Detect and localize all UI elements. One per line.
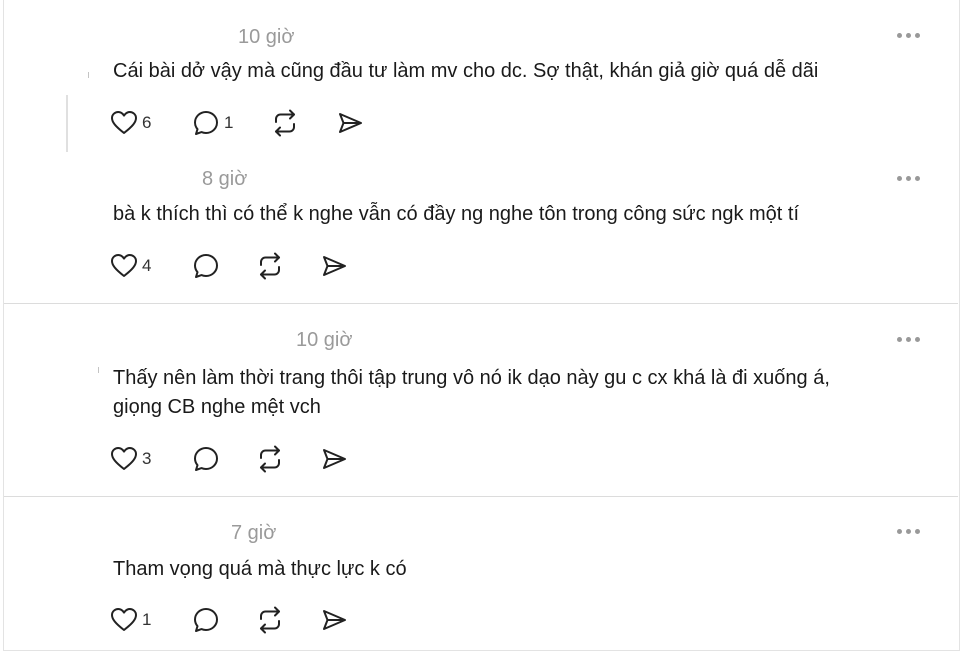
repost-button[interactable]	[255, 444, 285, 474]
thread-line	[66, 95, 68, 152]
share-button[interactable]	[320, 251, 348, 281]
comment-bubble-icon	[194, 447, 218, 471]
comment-time: 10 giờ	[296, 329, 353, 351]
like-button[interactable]: 4	[110, 251, 151, 281]
repost-icon	[260, 606, 280, 634]
heart-icon	[111, 447, 137, 470]
comment-bubble-icon	[194, 254, 218, 278]
comment-divider	[4, 496, 958, 497]
more-dots-icon[interactable]	[897, 526, 925, 536]
like-count: 4	[142, 256, 152, 275]
share-button[interactable]	[320, 444, 348, 474]
comment-text: Cái bài dở vậy mà cũng đầu tư làm mv cho…	[113, 60, 819, 82]
send-icon	[339, 113, 362, 133]
comment-bubble-icon	[194, 608, 218, 632]
heart-icon	[111, 111, 137, 134]
repost-button[interactable]	[255, 605, 285, 635]
reply-button[interactable]	[192, 605, 224, 635]
more-dots-icon[interactable]	[897, 30, 925, 40]
comment-text: Tham vọng quá mà thực lực k có	[113, 558, 407, 580]
comment-time: 10 giờ	[238, 26, 295, 48]
like-button[interactable]: 3	[110, 444, 151, 474]
comment-text: bà k thích thì có thể k nghe vẫn có đầy …	[113, 203, 800, 225]
comment-time: 8 giờ	[202, 168, 248, 190]
repost-icon	[260, 252, 280, 280]
like-button[interactable]: 1	[110, 605, 151, 635]
send-icon	[323, 449, 346, 469]
send-icon	[323, 256, 346, 276]
avatar-placeholder	[98, 367, 99, 373]
repost-icon	[275, 109, 295, 137]
reply-count: 1	[224, 113, 234, 132]
more-dots-icon[interactable]	[897, 334, 925, 344]
heart-icon	[111, 254, 137, 277]
repost-icon	[260, 445, 280, 473]
comment-text-line-2: giọng CB nghe mệt vch	[113, 396, 321, 418]
like-count: 3	[142, 449, 152, 468]
reply-button[interactable]	[192, 251, 224, 281]
more-dots-icon[interactable]	[897, 173, 925, 183]
comment-bubble-icon	[194, 111, 218, 135]
like-button[interactable]: 6	[110, 108, 151, 138]
reply-button[interactable]	[192, 444, 224, 474]
avatar-placeholder	[88, 72, 89, 78]
share-button[interactable]	[320, 605, 348, 635]
like-count: 6	[142, 113, 152, 132]
repost-button[interactable]	[255, 251, 285, 281]
comment-divider	[4, 303, 958, 304]
share-button[interactable]	[336, 108, 364, 138]
like-count: 1	[142, 610, 152, 629]
comment-time: 7 giờ	[231, 522, 277, 544]
reply-button[interactable]: 1	[192, 108, 233, 138]
repost-button[interactable]	[270, 108, 300, 138]
send-icon	[323, 610, 346, 630]
heart-icon	[111, 608, 137, 631]
